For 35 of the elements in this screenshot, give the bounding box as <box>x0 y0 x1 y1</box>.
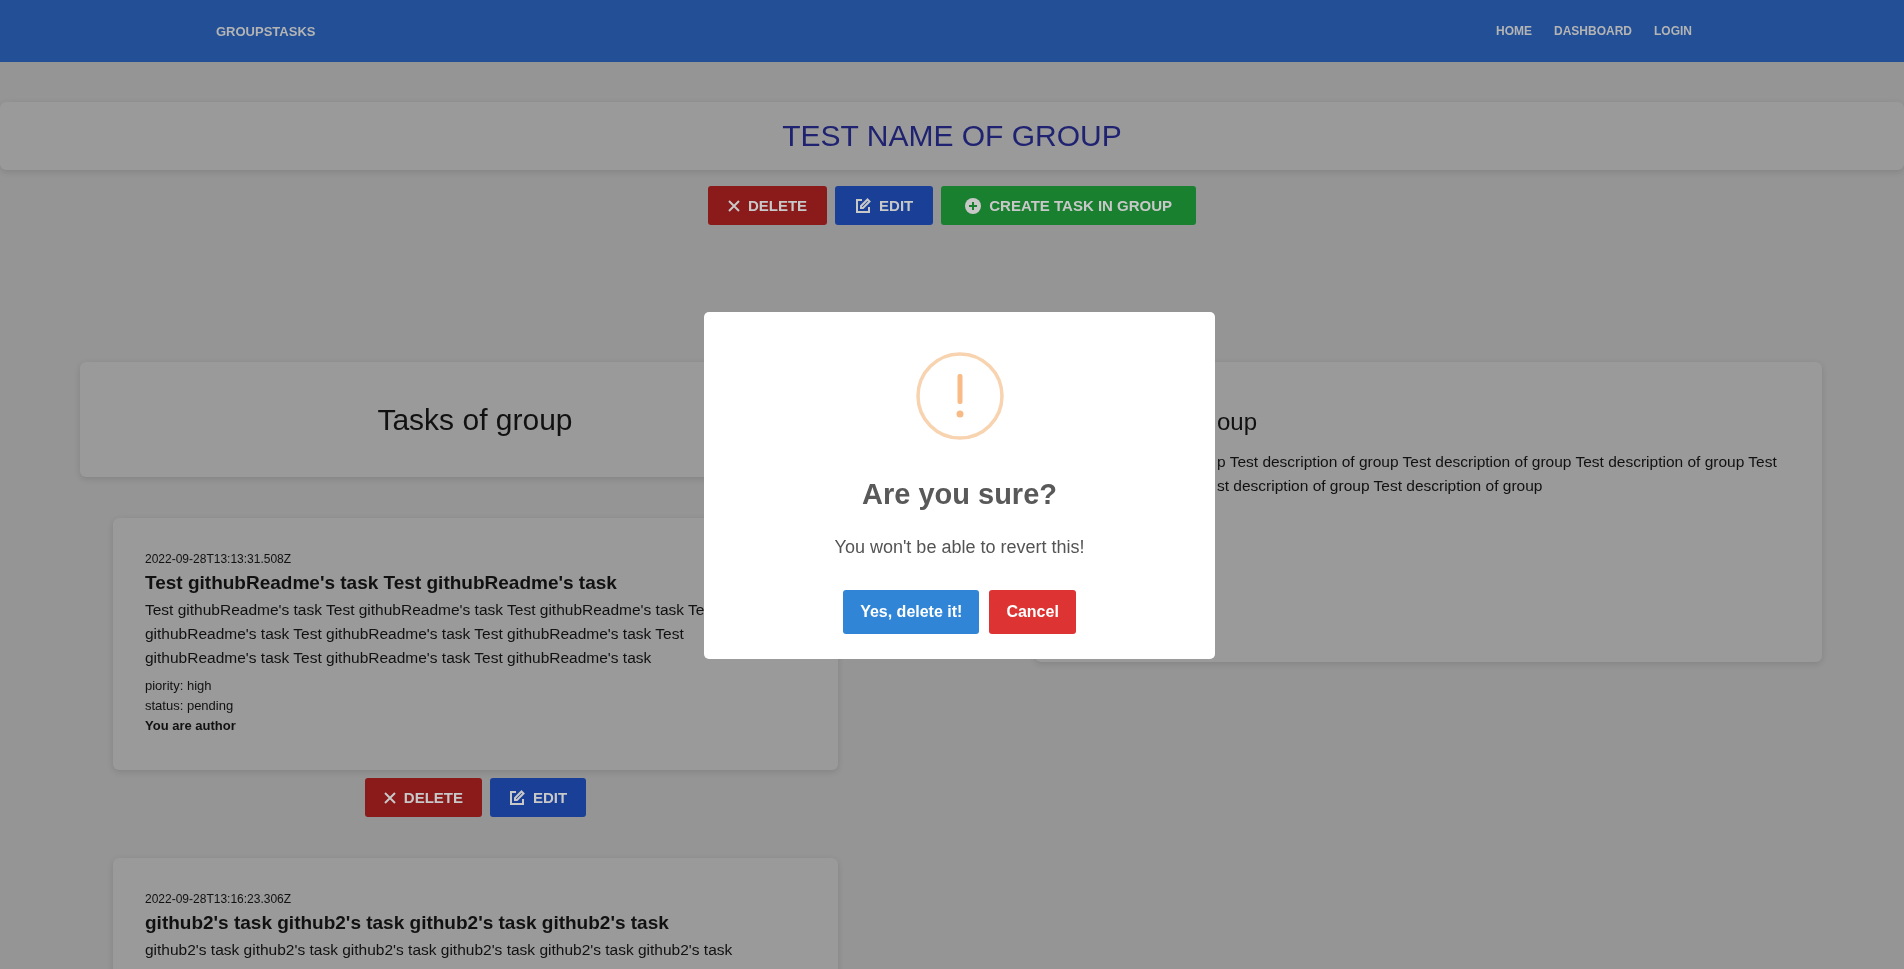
nav-link[interactable]: LOGIN <box>1654 24 1692 38</box>
author-note: You are author <box>145 717 237 735</box>
confirm-button[interactable]: Yes, delete it! <box>843 590 980 634</box>
group-description: st description of group Test description of group <box>1217 476 1544 496</box>
close-icon <box>383 791 396 804</box>
edit-icon <box>855 197 872 214</box>
dialog-message: You won't be able to revert this! <box>834 537 1085 558</box>
task-title: github2's task github2's task github2's task github2's task <box>145 912 670 934</box>
edit-button[interactable]: EDIT <box>835 186 934 225</box>
task-description: githubReadme's task Test githubReadme's task Test githubReadme's task <box>145 648 653 668</box>
delete-button[interactable]: DELETE <box>364 778 482 817</box>
task-timestamp: 2022-09-28T13:13:31.508Z <box>145 552 293 566</box>
edit-icon <box>509 789 525 806</box>
task-title: Test githubReadme's task Test githubReadme's task <box>145 572 618 594</box>
task-meta: status: pending <box>145 697 235 715</box>
dialog-title: Are you sure? <box>862 478 1057 511</box>
task-description: Test githubReadme's task Test githubReadme's task Test githubReadme's task Te <box>145 600 706 620</box>
nav-link[interactable]: HOME <box>1496 24 1532 38</box>
plus-circle-icon <box>965 197 982 214</box>
warning-icon <box>915 352 1004 440</box>
brand-name: GROUPSTASKS <box>216 23 317 39</box>
panel-title: Tasks of group <box>377 402 573 437</box>
create-task-button[interactable]: CREATE TASK IN GROUP <box>941 186 1197 225</box>
cancel-button[interactable]: Cancel <box>989 590 1076 634</box>
task-description: github2's task github2's task github2's task github2's task github2's task github2's task <box>145 940 734 960</box>
task-timestamp: 2022-09-28T13:16:23.306Z <box>145 892 293 906</box>
delete-button[interactable]: DELETE <box>707 186 828 225</box>
group-title: TEST NAME OF GROUP <box>782 119 1122 153</box>
edit-button[interactable]: EDIT <box>490 778 587 817</box>
task-description: githubReadme's task Test githubReadme's task Test githubReadme's task Test <box>145 624 685 644</box>
close-icon <box>727 199 740 212</box>
task-meta: piority: high <box>145 677 213 695</box>
nav-link[interactable]: DASHBOARD <box>1554 24 1632 38</box>
group-description: p Test description of group Test description of group Test description of group Test <box>1217 452 1778 472</box>
description-title: oup <box>1217 408 1259 436</box>
